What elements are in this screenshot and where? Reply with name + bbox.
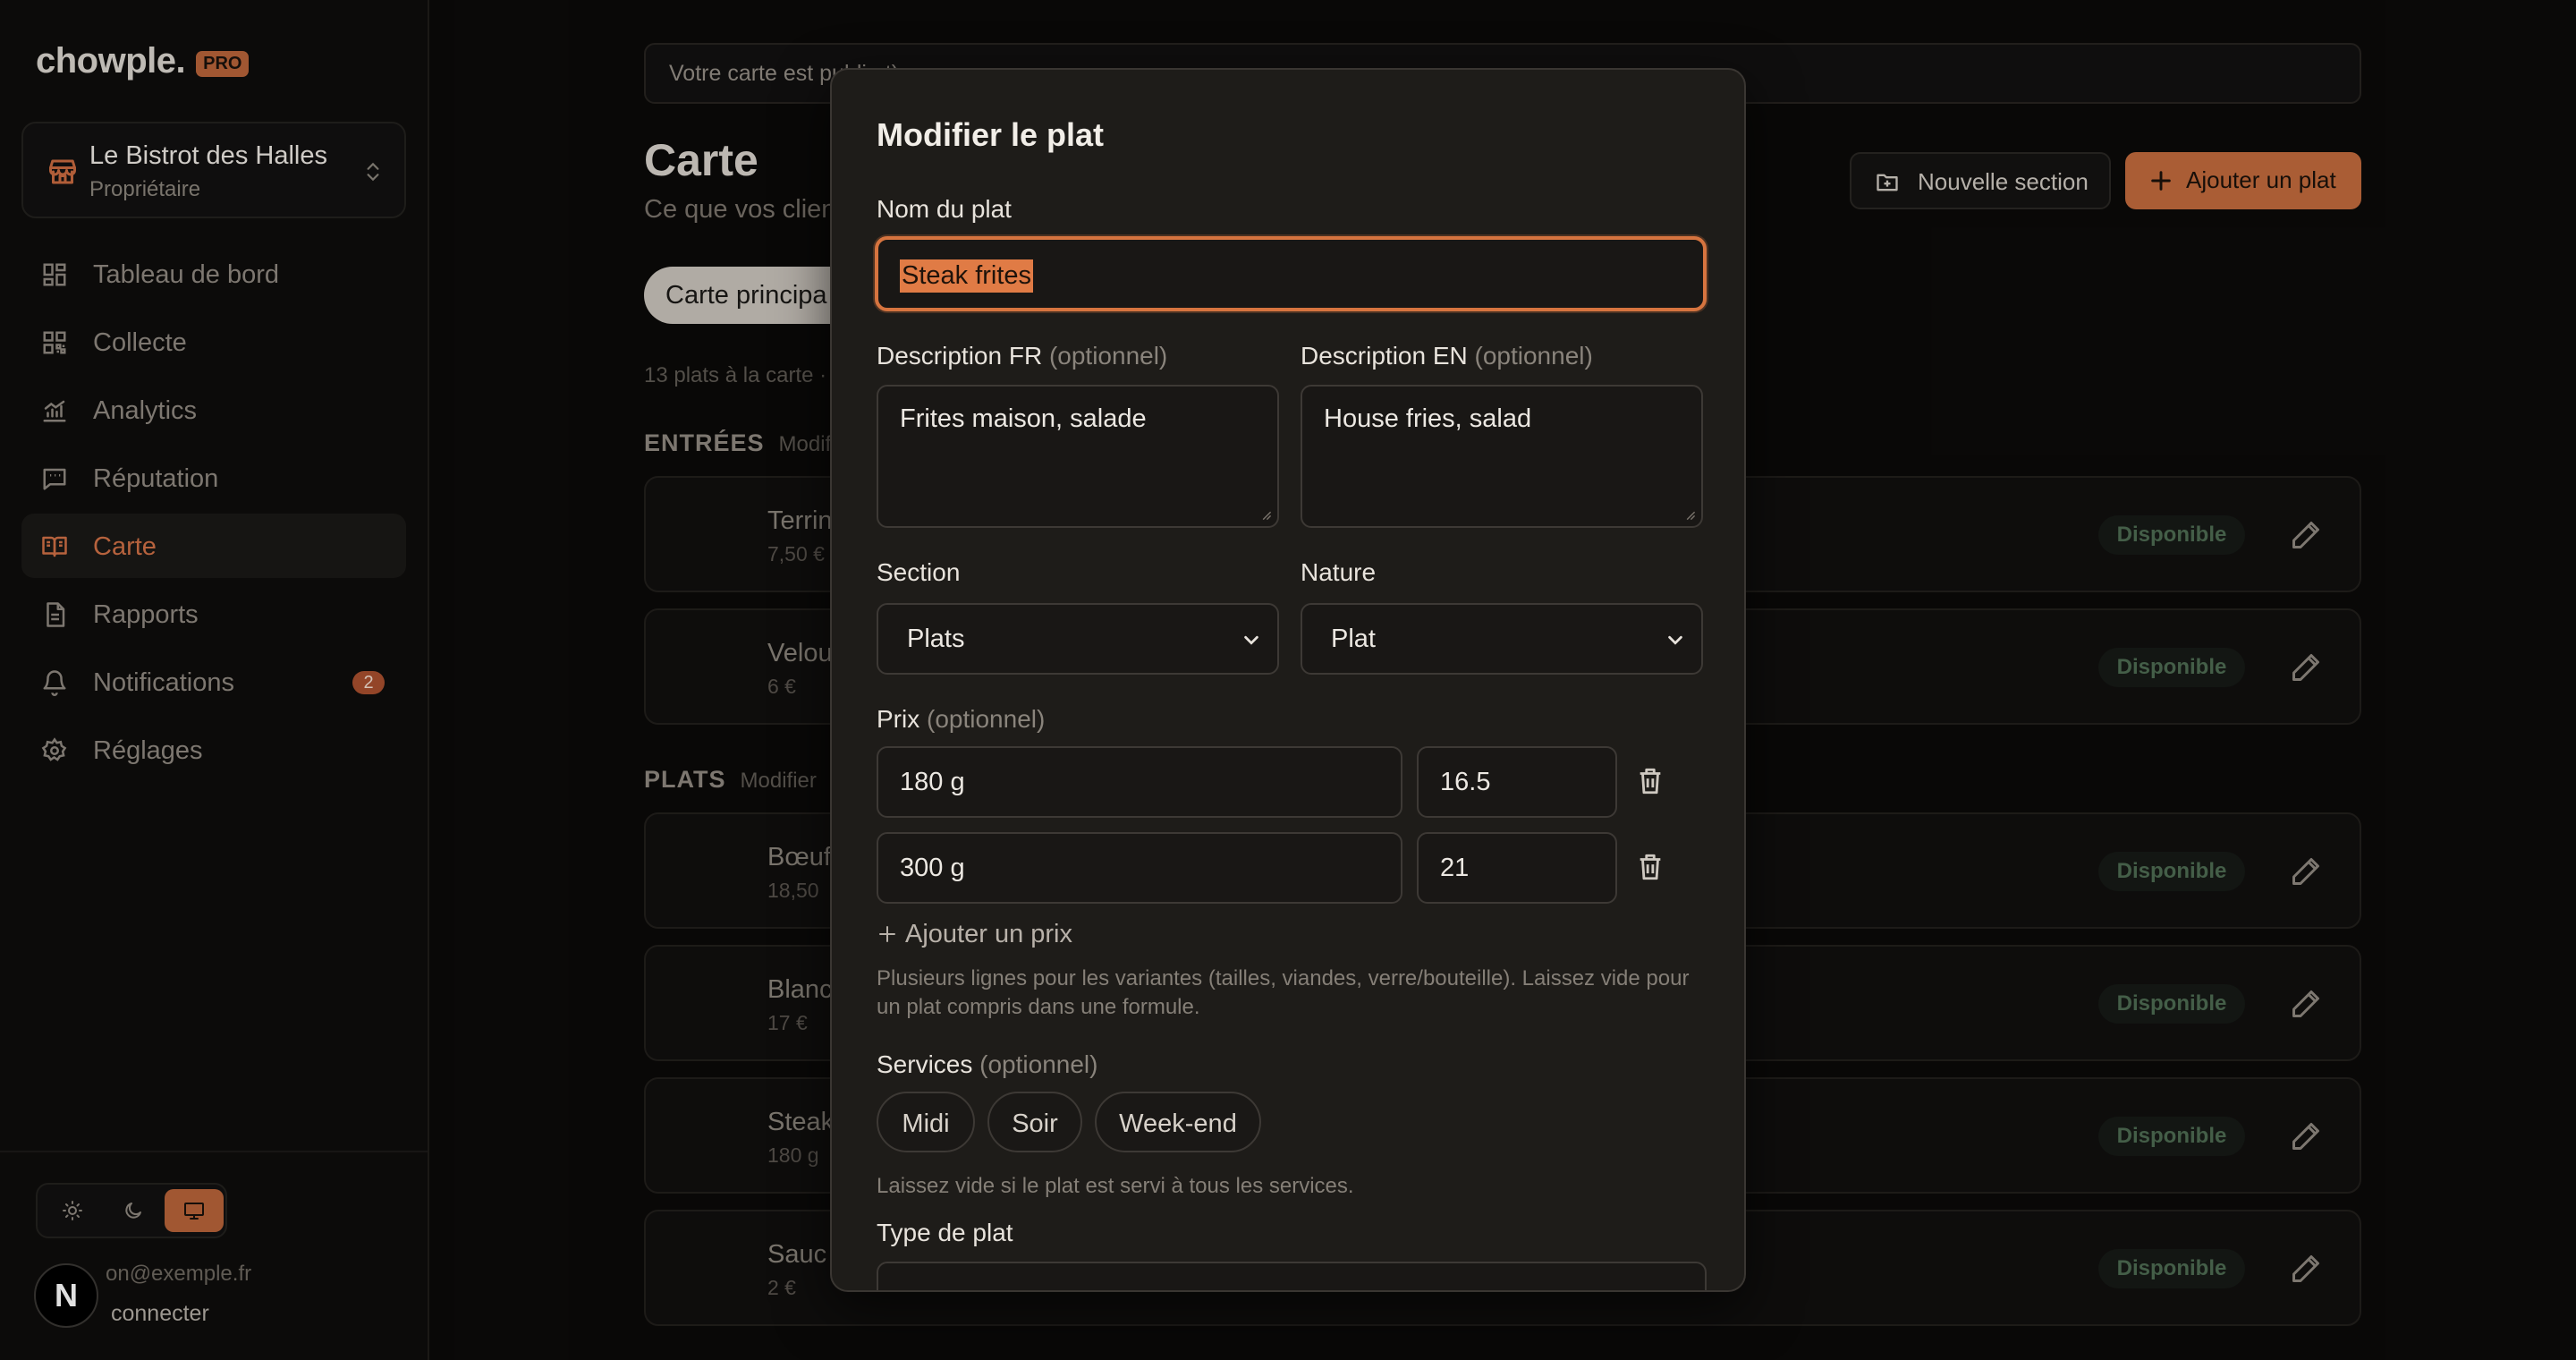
trash-icon[interactable] [1635, 766, 1665, 796]
section-select-value: Plats [907, 625, 965, 653]
price-variant-input[interactable]: 180 g [877, 746, 1402, 818]
resize-handle-icon[interactable] [1683, 508, 1696, 521]
service-label: Soir [1012, 1109, 1058, 1138]
services-label-text: Services [877, 1050, 973, 1078]
chevron-down-icon [1668, 635, 1682, 645]
optional-hint: (optionnel) [1474, 342, 1593, 370]
service-toggle-week-end[interactable]: Week-end [1095, 1092, 1261, 1152]
desc-en-value: House fries, salad [1324, 404, 1532, 433]
plus-icon [879, 926, 895, 942]
dish-name-input[interactable]: Steak frites [875, 236, 1707, 311]
price-variant-value: 180 g [900, 768, 965, 796]
trash-icon[interactable] [1635, 852, 1665, 882]
price-amount-value: 21 [1440, 854, 1470, 882]
service-label: Week-end [1119, 1109, 1237, 1138]
nature-label: Nature [1301, 558, 1377, 586]
optional-hint: (optionnel) [1048, 342, 1168, 370]
add-price-label: Ajouter un prix [905, 920, 1072, 948]
price-amount-value: 16.5 [1440, 768, 1491, 796]
service-toggle-soir[interactable]: Soir [987, 1092, 1082, 1152]
optional-hint: (optionnel) [927, 705, 1046, 733]
service-toggle-midi[interactable]: Midi [877, 1092, 975, 1152]
price-label: Prix (optionnel) [877, 705, 1045, 734]
dish-name-label: Nom du plat [877, 195, 1012, 223]
nature-select-value: Plat [1331, 625, 1376, 653]
price-label-text: Prix [877, 705, 920, 733]
price-variant-input[interactable]: 300 g [877, 832, 1402, 904]
services-label: Services (optionnel) [877, 1050, 1097, 1079]
resize-handle-icon[interactable] [1259, 508, 1272, 521]
chevron-down-icon [1244, 635, 1258, 645]
desc-en-label-text: Description EN [1301, 342, 1468, 370]
service-label: Midi [902, 1109, 950, 1138]
section-label: Section [877, 558, 961, 586]
services-help-text: Laissez vide si le plat est servi à tous… [877, 1174, 1354, 1198]
desc-fr-label-text: Description FR [877, 342, 1043, 370]
dish-name-value: Steak frites [900, 259, 1034, 293]
description-en-textarea[interactable]: House fries, salad [1301, 385, 1703, 528]
desc-fr-label: Description FR (optionnel) [877, 342, 1167, 370]
price-amount-input[interactable]: 21 [1417, 832, 1617, 904]
desc-fr-value: Frites maison, salade [900, 404, 1147, 433]
price-help-text: Plusieurs lignes pour les variantes (tai… [877, 966, 1690, 1019]
section-select[interactable]: Plats [877, 603, 1279, 675]
optional-hint: (optionnel) [979, 1050, 1098, 1078]
desc-en-label: Description EN (optionnel) [1301, 342, 1593, 370]
edit-dish-dialog: Modifier le plat Nom du plat Steak frite… [830, 68, 1746, 1292]
description-fr-textarea[interactable]: Frites maison, salade [877, 385, 1279, 528]
dish-type-select[interactable] [877, 1262, 1707, 1290]
dish-type-label: Type de plat [877, 1219, 1013, 1246]
add-price-button[interactable]: Ajouter un prix [877, 920, 1072, 949]
nature-select[interactable]: Plat [1301, 603, 1703, 675]
dialog-title: Modifier le plat [877, 116, 1105, 153]
price-variant-value: 300 g [900, 854, 965, 882]
price-amount-input[interactable]: 16.5 [1417, 746, 1617, 818]
